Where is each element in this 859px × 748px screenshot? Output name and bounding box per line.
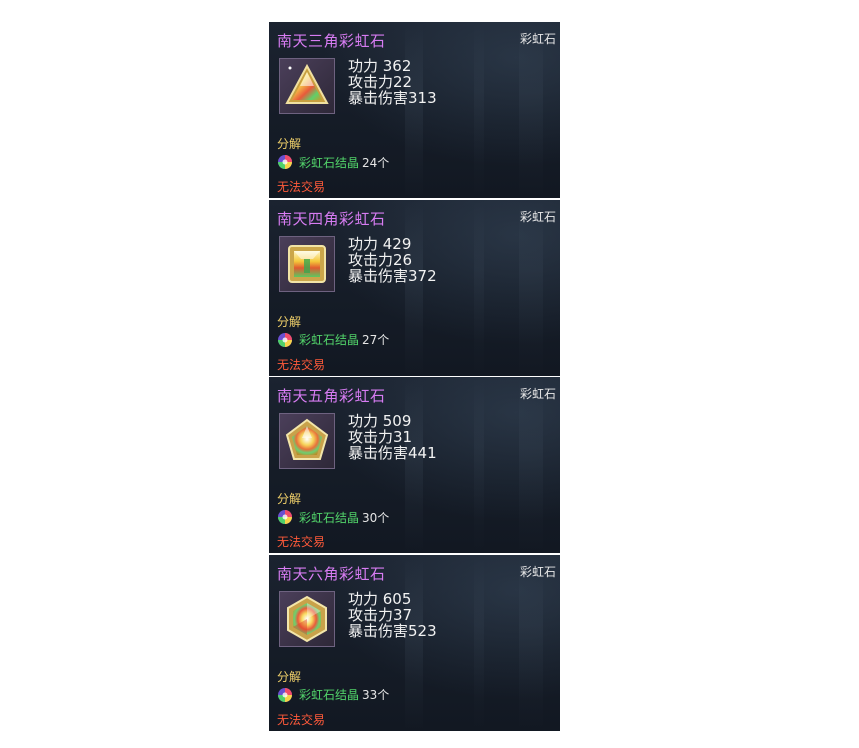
stat-power: 功力 605 — [348, 589, 412, 608]
item-category: 彩虹石 — [519, 32, 556, 46]
stat-power: 功力 429 — [348, 234, 412, 253]
rainbow-crystal-icon — [278, 510, 292, 524]
item-name: 南天四角彩虹石 — [277, 209, 386, 228]
decompose-material: 彩虹石结晶 33个 — [277, 686, 389, 704]
hexagon-gem-icon — [287, 595, 327, 642]
rainbow-crystal-icon — [278, 687, 292, 702]
stat-power: 功力 509 — [348, 412, 412, 430]
trade-status: 无法交易 — [277, 180, 326, 194]
stat-attack: 攻击力31 — [348, 428, 413, 446]
stat-crit-damage: 暴击伤害523 — [348, 621, 437, 640]
item-slot[interactable] — [279, 413, 335, 469]
stat-crit-damage: 暴击伤害441 — [348, 444, 437, 462]
material-count: 33个 — [362, 688, 390, 702]
item-category: 彩虹石 — [519, 564, 556, 579]
item-category: 彩虹石 — [519, 209, 556, 224]
decompose-label: 分解 — [277, 669, 302, 684]
item-slot[interactable] — [279, 590, 335, 647]
stat-crit-damage: 暴击伤害313 — [348, 89, 437, 107]
decompose-material: 彩虹石结晶 24个 — [277, 153, 389, 171]
item-tooltip: 南天三角彩虹石 彩虹石 功力 362 攻击力22 暴击伤害313 分解 彩虹石结… — [269, 22, 560, 198]
rainbow-crystal-icon — [278, 155, 292, 169]
item-tooltip: 南天五角彩虹石 彩虹石 功力 509 攻击力31 暴击伤害441 分解 彩虹石结… — [269, 377, 560, 553]
item-stats: 功力 362 攻击力22 暴击伤害313 — [348, 58, 437, 106]
item-stats: 功力 509 攻击力31 暴击伤害441 — [348, 413, 437, 461]
material-count: 27个 — [362, 333, 390, 347]
decompose-material: 彩虹石结晶 27个 — [277, 331, 389, 349]
triangle-gem-icon — [285, 63, 329, 104]
trade-status: 无法交易 — [277, 535, 326, 549]
trade-status: 无法交易 — [277, 357, 326, 372]
square-gem-icon — [288, 244, 326, 283]
decompose-label: 分解 — [277, 137, 302, 151]
decompose-material: 彩虹石结晶 30个 — [277, 508, 389, 526]
item-name: 南天六角彩虹石 — [277, 564, 386, 583]
tooltip-stack: 南天三角彩虹石 彩虹石 功力 362 攻击力22 暴击伤害313 分解 彩虹石结… — [269, 22, 560, 731]
stat-crit-damage: 暴击伤害372 — [348, 266, 437, 285]
material-name: 彩虹石结晶 — [299, 510, 360, 525]
item-category: 彩虹石 — [519, 387, 556, 401]
trade-status: 无法交易 — [277, 712, 326, 727]
stat-attack: 攻击力26 — [348, 250, 413, 269]
item-slot[interactable] — [279, 58, 335, 114]
item-tooltip: 南天四角彩虹石 彩虹石 功力 429 攻击力26 暴击伤害372 分解 彩虹石结… — [269, 199, 560, 376]
stat-power: 功力 362 — [348, 57, 412, 75]
material-name: 彩虹石结晶 — [299, 333, 360, 347]
stat-attack: 攻击力22 — [348, 73, 413, 91]
material-name: 彩虹石结晶 — [299, 155, 360, 170]
item-stats: 功力 429 攻击力26 暴击伤害372 — [348, 236, 437, 284]
decompose-label: 分解 — [277, 314, 302, 329]
item-name: 南天三角彩虹石 — [277, 32, 386, 50]
material-name: 彩虹石结晶 — [299, 688, 360, 702]
pentagon-gem-icon — [285, 418, 329, 460]
material-count: 24个 — [362, 155, 390, 170]
material-count: 30个 — [362, 510, 390, 525]
decompose-label: 分解 — [277, 492, 302, 506]
rainbow-crystal-icon — [278, 332, 292, 347]
item-slot[interactable] — [279, 235, 335, 292]
stat-attack: 攻击力37 — [348, 605, 413, 624]
item-tooltip: 南天六角彩虹石 彩虹石 功力 605 攻击力37 暴击伤害523 分解 彩虹石结… — [269, 554, 560, 731]
item-stats: 功力 605 攻击力37 暴击伤害523 — [348, 591, 437, 639]
item-name: 南天五角彩虹石 — [277, 387, 386, 405]
